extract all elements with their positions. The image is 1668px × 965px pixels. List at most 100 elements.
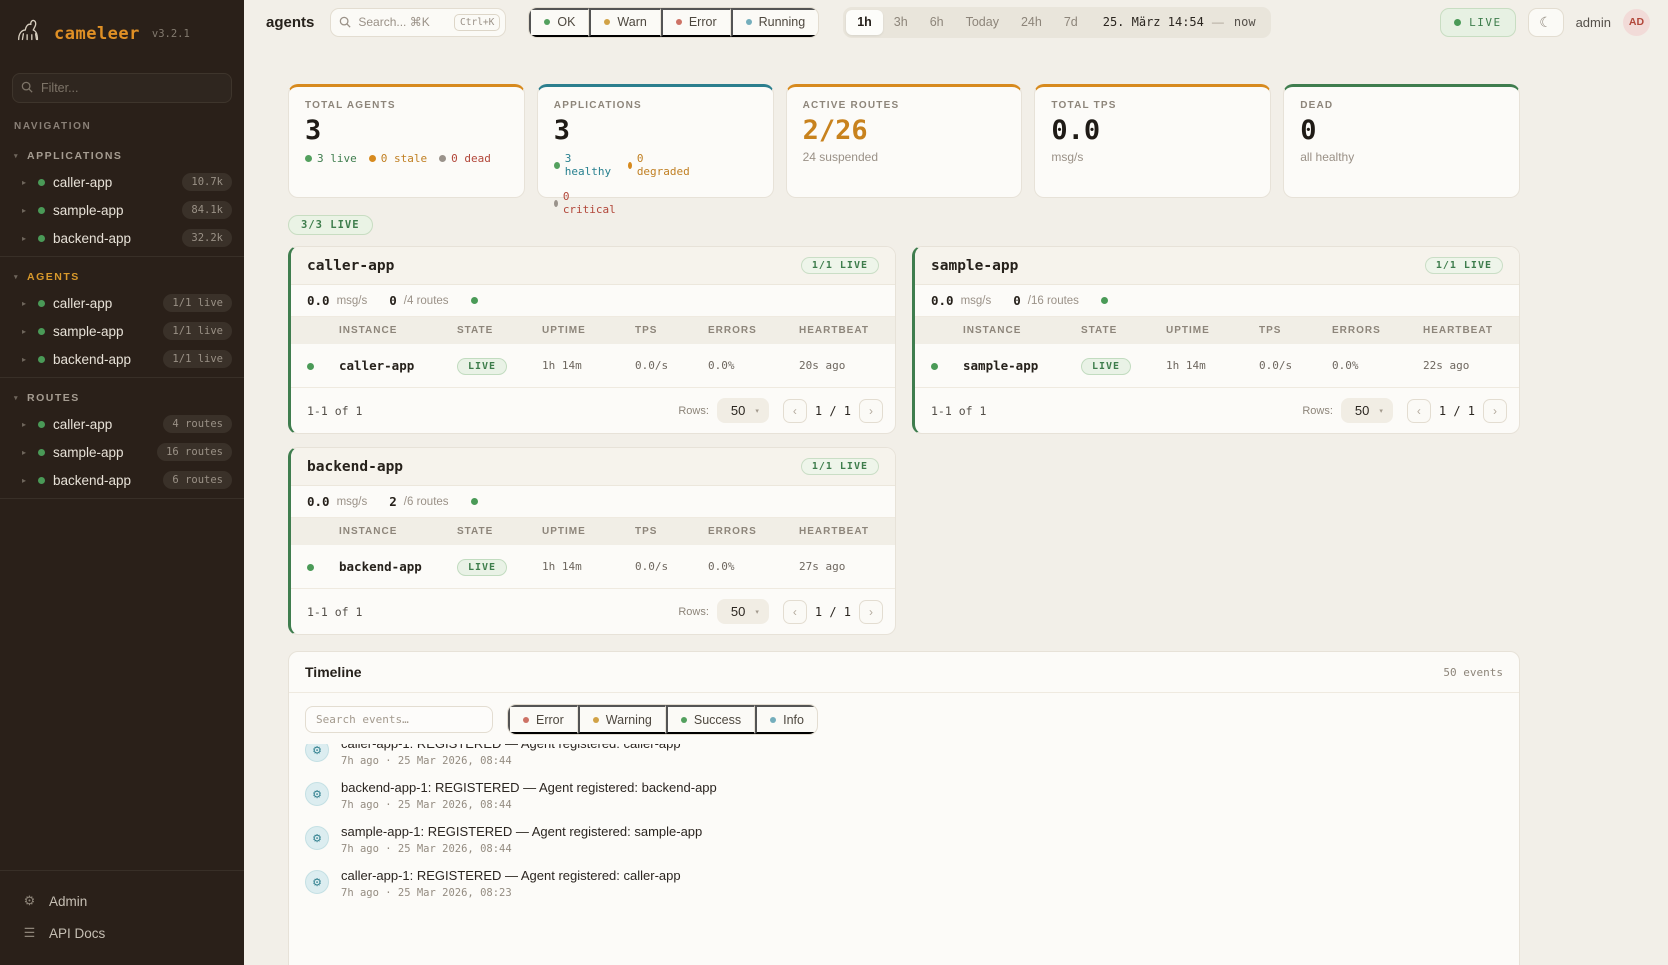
- global-search: Ctrl+K: [330, 8, 506, 37]
- app-name[interactable]: sample-app: [931, 258, 1018, 274]
- filter-running-chip[interactable]: Running: [731, 8, 819, 37]
- events-search-input[interactable]: [305, 706, 493, 733]
- app-name[interactable]: caller-app: [307, 258, 394, 274]
- health-dot: [471, 498, 478, 505]
- range-1h[interactable]: 1h: [846, 10, 883, 35]
- info-dot: [770, 717, 776, 723]
- sidebar-item-caller-app-agent[interactable]: ▸ caller-app 1/1 live: [0, 289, 244, 317]
- table-header: INSTANCE STATE UPTIME TPS ERRORS HEARTBE…: [915, 317, 1519, 344]
- item-label: caller-app: [53, 417, 155, 432]
- next-page-button[interactable]: ›: [1483, 399, 1507, 423]
- events-list[interactable]: ⚙ caller-app-1: REGISTERED — Agent regis…: [289, 744, 1519, 965]
- rows-per-page-select[interactable]: 50▾: [1341, 398, 1393, 423]
- section-header-applications[interactable]: ▾ APPLICATIONS: [0, 144, 244, 168]
- cell-errors: 0.0%: [1332, 359, 1423, 372]
- filter-ok-chip[interactable]: OK: [529, 8, 589, 37]
- sidebar-item-backend-app-agent[interactable]: ▸ backend-app 1/1 live: [0, 345, 244, 373]
- event-item[interactable]: ⚙ caller-app-1: REGISTERED — Agent regis…: [305, 862, 1503, 906]
- sidebar-item-backend-app[interactable]: ▸ backend-app 32.2k: [0, 224, 244, 252]
- item-badge: 32.2k: [182, 229, 232, 247]
- filter-warning-chip[interactable]: Warning: [578, 705, 666, 734]
- live-toggle[interactable]: LIVE: [1440, 8, 1516, 37]
- chip-label: Error: [689, 15, 717, 29]
- legend-degraded: 0 degraded: [637, 152, 690, 178]
- status-dot: [38, 207, 45, 214]
- range-7d[interactable]: 7d: [1053, 10, 1089, 35]
- stat-active-routes: ACTIVE ROUTES 2/26 24 suspended: [786, 84, 1023, 198]
- filter-input[interactable]: [12, 73, 232, 103]
- filter-info-chip[interactable]: Info: [755, 705, 817, 734]
- chip-label: Running: [759, 15, 806, 29]
- sidebar-item-sample-app-routes[interactable]: ▸ sample-app 16 routes: [0, 438, 244, 466]
- legend-stale: 0 stale: [381, 152, 427, 165]
- event-item[interactable]: ⚙ backend-app-1: REGISTERED — Agent regi…: [305, 774, 1503, 818]
- cell-heartbeat: 20s ago: [799, 359, 879, 372]
- sidebar-item-caller-app-routes[interactable]: ▸ caller-app 4 routes: [0, 410, 244, 438]
- filter-warn-chip[interactable]: Warn: [589, 8, 660, 37]
- chip-label: Info: [783, 713, 804, 727]
- overall-live-badge: 3/3 LIVE: [288, 215, 373, 235]
- range-3h[interactable]: 3h: [883, 10, 919, 35]
- app-card-sample-app: sample-app 1/1 LIVE 0.0 msg/s 0 /16 rout…: [912, 246, 1520, 434]
- status-dot: [38, 421, 45, 428]
- event-title: caller-app-1: REGISTERED — Agent registe…: [341, 744, 681, 751]
- item-badge: 4 routes: [163, 415, 232, 433]
- chevron-down-icon: ▾: [14, 394, 19, 402]
- row-count: 1-1 of 1: [307, 404, 678, 418]
- cell-tps: 0.0/s: [1259, 359, 1332, 372]
- next-page-button[interactable]: ›: [859, 399, 883, 423]
- legend-live: 3 live: [317, 152, 357, 165]
- api-docs-link[interactable]: ☰ API Docs: [0, 917, 244, 949]
- legend-critical: 0 critical: [563, 190, 616, 216]
- next-page-button[interactable]: ›: [859, 600, 883, 624]
- app-tps: 0.0: [307, 293, 330, 308]
- rows-label: Rows:: [678, 405, 709, 417]
- chevron-right-icon: ▸: [22, 234, 30, 243]
- content-scroll[interactable]: TOTAL AGENTS 3 3 live 0 stale 0 dead APP…: [244, 44, 1668, 965]
- prev-page-button[interactable]: ‹: [1407, 399, 1431, 423]
- gear-event-icon: ⚙: [305, 826, 329, 850]
- filter-error-chip[interactable]: Error: [661, 8, 731, 37]
- gear-event-icon: ⚙: [305, 744, 329, 762]
- rows-per-page-select[interactable]: 50▾: [717, 599, 769, 624]
- brand-version: v3.2.1: [152, 28, 190, 40]
- table-row[interactable]: backend-app LIVE 1h 14m 0.0/s 0.0% 27s a…: [291, 545, 895, 589]
- range-6h[interactable]: 6h: [919, 10, 955, 35]
- search-icon: [21, 81, 33, 93]
- legend-dead: 0 dead: [451, 152, 491, 165]
- stale-dot: [369, 155, 376, 162]
- cell-tps: 0.0/s: [635, 560, 708, 573]
- table-row[interactable]: caller-app LIVE 1h 14m 0.0/s 0.0% 20s ag…: [291, 344, 895, 388]
- avatar[interactable]: AD: [1623, 9, 1650, 36]
- error-dot: [676, 19, 682, 25]
- section-header-agents[interactable]: ▾ AGENTS: [0, 265, 244, 289]
- filter-success-chip[interactable]: Success: [666, 705, 755, 734]
- sidebar-item-sample-app[interactable]: ▸ sample-app 84.1k: [0, 196, 244, 224]
- app-name[interactable]: backend-app: [307, 459, 403, 475]
- chip-label: Success: [694, 713, 741, 727]
- chevron-right-icon: ▸: [22, 178, 30, 187]
- filter-error-chip[interactable]: Error: [508, 705, 578, 734]
- stat-label: APPLICATIONS: [554, 100, 757, 111]
- chip-label: Warning: [606, 713, 652, 727]
- table-row[interactable]: sample-app LIVE 1h 14m 0.0/s 0.0% 22s ag…: [915, 344, 1519, 388]
- range-today[interactable]: Today: [955, 10, 1010, 35]
- row-count: 1-1 of 1: [307, 605, 678, 619]
- admin-link[interactable]: ⚙ Admin: [0, 885, 244, 917]
- prev-page-button[interactable]: ‹: [783, 600, 807, 624]
- chevron-right-icon: ▸: [22, 299, 30, 308]
- cell-errors: 0.0%: [708, 359, 799, 372]
- item-label: sample-app: [53, 324, 155, 339]
- range-24h[interactable]: 24h: [1010, 10, 1053, 35]
- section-header-routes[interactable]: ▾ ROUTES: [0, 386, 244, 410]
- app-routes-active: 2: [389, 494, 397, 509]
- chip-label: OK: [557, 15, 575, 29]
- event-item[interactable]: ⚙ sample-app-1: REGISTERED — Agent regis…: [305, 818, 1503, 862]
- theme-toggle-button[interactable]: ☾: [1528, 8, 1564, 37]
- event-item[interactable]: ⚙ caller-app-1: REGISTERED — Agent regis…: [305, 744, 1503, 774]
- prev-page-button[interactable]: ‹: [783, 399, 807, 423]
- sidebar-item-backend-app-routes[interactable]: ▸ backend-app 6 routes: [0, 466, 244, 494]
- sidebar-item-sample-app-agent[interactable]: ▸ sample-app 1/1 live: [0, 317, 244, 345]
- sidebar-item-caller-app[interactable]: ▸ caller-app 10.7k: [0, 168, 244, 196]
- rows-per-page-select[interactable]: 50▾: [717, 398, 769, 423]
